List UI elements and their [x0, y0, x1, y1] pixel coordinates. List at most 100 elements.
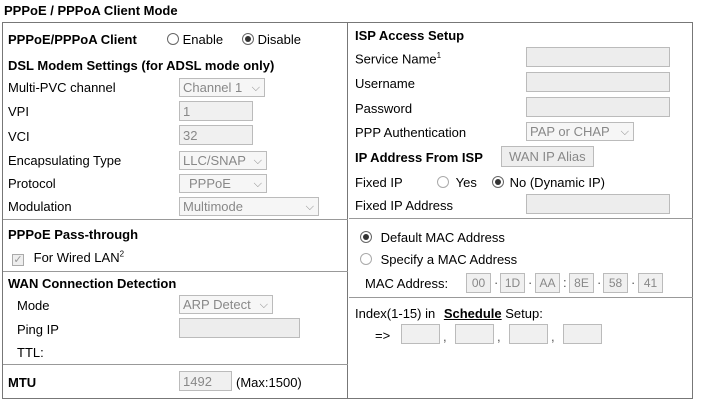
mac-octet-5[interactable]: 58: [603, 273, 628, 293]
settings-frame: PPPoE/PPPoA Client Enable Disable DSL Mo…: [2, 22, 693, 399]
protocol-value: PPPoE: [189, 176, 231, 191]
fixed-ip-no-radio[interactable]: No (Dynamic IP): [492, 175, 605, 190]
multi-pvc-select[interactable]: Channel 1 ⌵: [179, 78, 265, 97]
dsl-heading: DSL Modem Settings (for ADSL mode only): [8, 58, 275, 73]
fixed-ip-label: Fixed IP: [355, 175, 403, 190]
enable-label: Enable: [182, 32, 224, 47]
chevron-down-icon: ⌵: [305, 201, 314, 213]
specify-mac-radio-button[interactable]: [360, 253, 372, 265]
password-label: Password: [355, 101, 413, 116]
divider: [349, 297, 693, 298]
wired-lan-checkbox[interactable]: ✓ For Wired LAN2: [12, 250, 125, 267]
schedule-index-2-input[interactable]: [455, 324, 494, 344]
schedule-separator: ,: [497, 329, 501, 344]
enable-radio-button[interactable]: [167, 33, 179, 45]
ppp-auth-select[interactable]: PAP or CHAP ⌵: [526, 122, 634, 141]
client-label: PPPoE/PPPoA Client: [8, 32, 137, 47]
protocol-label: Protocol: [8, 176, 56, 191]
vci-label: VCI: [8, 129, 30, 144]
mac-separator: ·: [494, 275, 499, 290]
multi-pvc-label: Multi-PVC channel: [8, 80, 116, 95]
mac-octet-1[interactable]: 00: [466, 273, 491, 293]
schedule-separator: ,: [443, 329, 447, 344]
no-radio-button[interactable]: [492, 176, 504, 188]
protocol-select[interactable]: PPPoE ⌵: [179, 174, 267, 193]
wired-lan-label: For Wired LAN2: [33, 250, 125, 266]
mode-label: Mode: [17, 298, 50, 313]
mac-separator: ·: [631, 275, 636, 290]
yes-radio-button[interactable]: [437, 176, 449, 188]
divider: [349, 218, 693, 219]
mac-separator: :: [563, 275, 567, 290]
encap-label: Encapsulating Type: [8, 153, 122, 168]
encap-select[interactable]: LLC/SNAP ⌵: [179, 151, 267, 170]
mac-separator: ·: [528, 275, 533, 290]
ppp-auth-label: PPP Authentication: [355, 125, 467, 140]
schedule-index-1-input[interactable]: [401, 324, 440, 344]
vci-input[interactable]: 32: [179, 125, 253, 145]
password-input[interactable]: [526, 97, 670, 117]
right-column: ISP Access Setup Service Name1 Username …: [349, 23, 693, 398]
divider: [3, 219, 348, 220]
username-label: Username: [355, 76, 415, 91]
multi-pvc-value: Channel 1: [183, 80, 243, 95]
mac-octet-6[interactable]: 41: [638, 273, 663, 293]
divider: [3, 271, 348, 272]
arrow-label: =>: [375, 328, 391, 343]
service-name-input[interactable]: [526, 47, 670, 67]
chevron-down-icon: ⌵: [620, 126, 629, 138]
no-label: No (Dynamic IP): [509, 175, 605, 190]
mac-octet-3[interactable]: AA: [535, 273, 560, 293]
chevron-down-icon: ⌵: [253, 178, 262, 190]
vpi-label: VPI: [8, 104, 29, 119]
mode-value: ARP Detect: [183, 297, 251, 312]
enable-radio[interactable]: Enable: [167, 32, 223, 47]
modulation-select[interactable]: Multimode ⌵: [179, 197, 319, 216]
disable-label: Disable: [257, 32, 301, 47]
encap-value: LLC/SNAP: [183, 153, 246, 168]
ppp-auth-value: PAP or CHAP: [530, 124, 610, 139]
passthrough-heading: PPPoE Pass-through: [8, 227, 139, 242]
check-icon[interactable]: ✓: [12, 254, 24, 267]
modulation-label: Modulation: [8, 199, 72, 214]
vpi-input[interactable]: 1: [179, 101, 253, 121]
specify-mac-label: Specify a MAC Address: [380, 252, 518, 267]
ip-from-isp-label: IP Address From ISP: [355, 150, 483, 165]
mac-separator: ·: [597, 275, 602, 290]
fixed-ip-address-label: Fixed IP Address: [355, 198, 454, 213]
disable-radio-button[interactable]: [242, 33, 254, 45]
disable-radio[interactable]: Disable: [242, 32, 301, 47]
schedule-index-3-input[interactable]: [509, 324, 548, 344]
mtu-max: (Max:1500): [236, 375, 302, 390]
fixed-ip-address-input[interactable]: [526, 194, 670, 214]
ping-ip-label: Ping IP: [17, 322, 59, 337]
mtu-input[interactable]: 1492: [179, 371, 232, 391]
ttl-label: TTL:: [17, 345, 44, 360]
chevron-down-icon: ⌵: [251, 82, 260, 94]
isp-heading: ISP Access Setup: [355, 28, 465, 43]
wan-heading: WAN Connection Detection: [8, 276, 177, 291]
schedule-link[interactable]: Schedule: [444, 306, 502, 321]
fixed-ip-yes-radio[interactable]: Yes: [437, 175, 477, 190]
schedule-separator: ,: [551, 329, 555, 344]
specify-mac-radio[interactable]: Specify a MAC Address: [360, 252, 517, 267]
wan-ip-alias-button[interactable]: WAN IP Alias: [501, 146, 594, 167]
yes-label: Yes: [455, 175, 477, 190]
left-column: PPPoE/PPPoA Client Enable Disable DSL Mo…: [3, 23, 348, 398]
schedule-index-4-input[interactable]: [563, 324, 602, 344]
chevron-down-icon: ⌵: [259, 299, 268, 311]
mode-select[interactable]: ARP Detect ⌵: [179, 295, 273, 314]
modulation-value: Multimode: [183, 199, 243, 214]
mac-octet-4[interactable]: 8E: [569, 273, 594, 293]
default-mac-label: Default MAC Address: [380, 230, 505, 245]
mtu-label: MTU: [8, 375, 37, 390]
page-title: PPPoE / PPPoA Client Mode: [4, 3, 178, 18]
default-mac-radio[interactable]: Default MAC Address: [360, 230, 505, 245]
username-input[interactable]: [526, 72, 670, 92]
divider: [3, 364, 348, 365]
default-mac-radio-button[interactable]: [360, 231, 372, 243]
mac-octet-2[interactable]: 1D: [500, 273, 525, 293]
mac-address-label: MAC Address:: [365, 276, 449, 291]
service-name-label: Service Name1: [355, 51, 442, 67]
ping-ip-input[interactable]: [179, 318, 300, 338]
